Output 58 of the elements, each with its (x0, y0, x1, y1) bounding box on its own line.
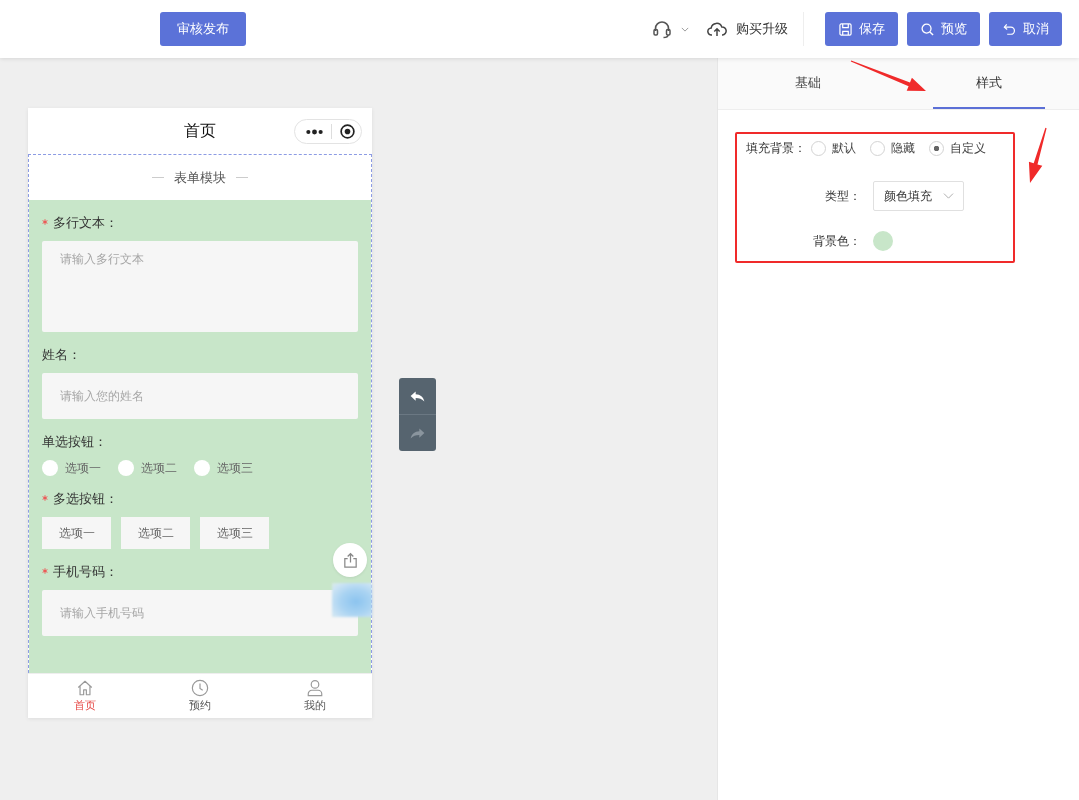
field-label: 多选按钮： (53, 490, 118, 508)
field-label: 多行文本： (53, 214, 118, 232)
target-icon[interactable] (340, 124, 355, 139)
caret-icon[interactable] (681, 26, 689, 32)
user-icon (305, 679, 324, 697)
setting-label: 背景色： (813, 233, 861, 249)
home-icon (76, 679, 95, 697)
option-label: 选项三 (217, 460, 253, 476)
upgrade-link[interactable]: 购买升级 (707, 20, 788, 38)
undo-button[interactable] (399, 378, 436, 414)
radio-button[interactable] (118, 460, 134, 476)
option-button[interactable]: 选项一 (42, 517, 111, 549)
radio-button[interactable] (194, 460, 210, 476)
page-title: 首页 (184, 121, 216, 141)
settings-tab[interactable]: 样式 (932, 58, 1045, 109)
radio-button[interactable] (811, 140, 826, 156)
option-label: 自定义 (950, 140, 986, 156)
radio-button[interactable] (870, 140, 885, 156)
blurred-patch (332, 583, 372, 617)
option-label: 隐藏 (891, 140, 915, 156)
option-label: 默认 (832, 140, 856, 156)
radio-button[interactable] (929, 140, 944, 156)
field-label: 手机号码： (53, 563, 118, 581)
chevron-down-icon (943, 193, 954, 199)
tab-bar-item[interactable]: 我的 (257, 674, 372, 718)
field-label: 姓名： (42, 346, 81, 364)
cloud-upload-icon (707, 21, 727, 37)
type-select[interactable]: 颜色填充 (873, 181, 964, 211)
tab-bar-item[interactable]: 预约 (142, 674, 258, 718)
settings-tab[interactable]: 基础 (752, 58, 865, 109)
publish-button[interactable]: 审核发布 (160, 12, 246, 46)
redo-arrow-icon (410, 427, 425, 439)
headset-icon[interactable] (652, 19, 672, 39)
clock-icon (191, 679, 209, 697)
undo-icon (1002, 22, 1016, 36)
module-title: 表单模块 (174, 169, 226, 186)
field-label: 单选按钮： (42, 433, 107, 451)
textarea-field[interactable]: 请输入多行文本 (42, 241, 358, 332)
preview-button[interactable]: 预览 (907, 12, 980, 46)
option-button[interactable]: 选项三 (200, 517, 269, 549)
search-icon (920, 22, 934, 36)
tab-bar-item[interactable]: 首页 (28, 674, 143, 718)
radio-button[interactable] (42, 460, 58, 476)
option-label: 选项二 (141, 460, 177, 476)
setting-label: 填充背景： (746, 140, 806, 156)
save-button[interactable]: 保存 (825, 12, 898, 46)
cancel-button[interactable]: 取消 (989, 12, 1062, 46)
form-module[interactable]: 表单模块 多行文本： 请输入多行文本 姓名： 请输入您的姓名 单选按钮： 选项一 选项二 选项三 多选按钮： 选项一 选项二 选项三 手机号码： 请输入手机号码 (28, 154, 372, 673)
option-label: 选项一 (65, 460, 101, 476)
share-icon (341, 551, 359, 569)
floppy-disk-icon (838, 22, 852, 36)
option-button[interactable]: 选项二 (121, 517, 190, 549)
color-swatch[interactable] (873, 231, 893, 251)
setting-label: 类型： (825, 188, 861, 204)
input-field[interactable]: 请输入您的姓名 (42, 373, 358, 419)
input-field[interactable]: 请输入手机号码 (42, 590, 358, 636)
undo-arrow-icon (410, 390, 425, 402)
more-icon[interactable] (306, 128, 323, 135)
